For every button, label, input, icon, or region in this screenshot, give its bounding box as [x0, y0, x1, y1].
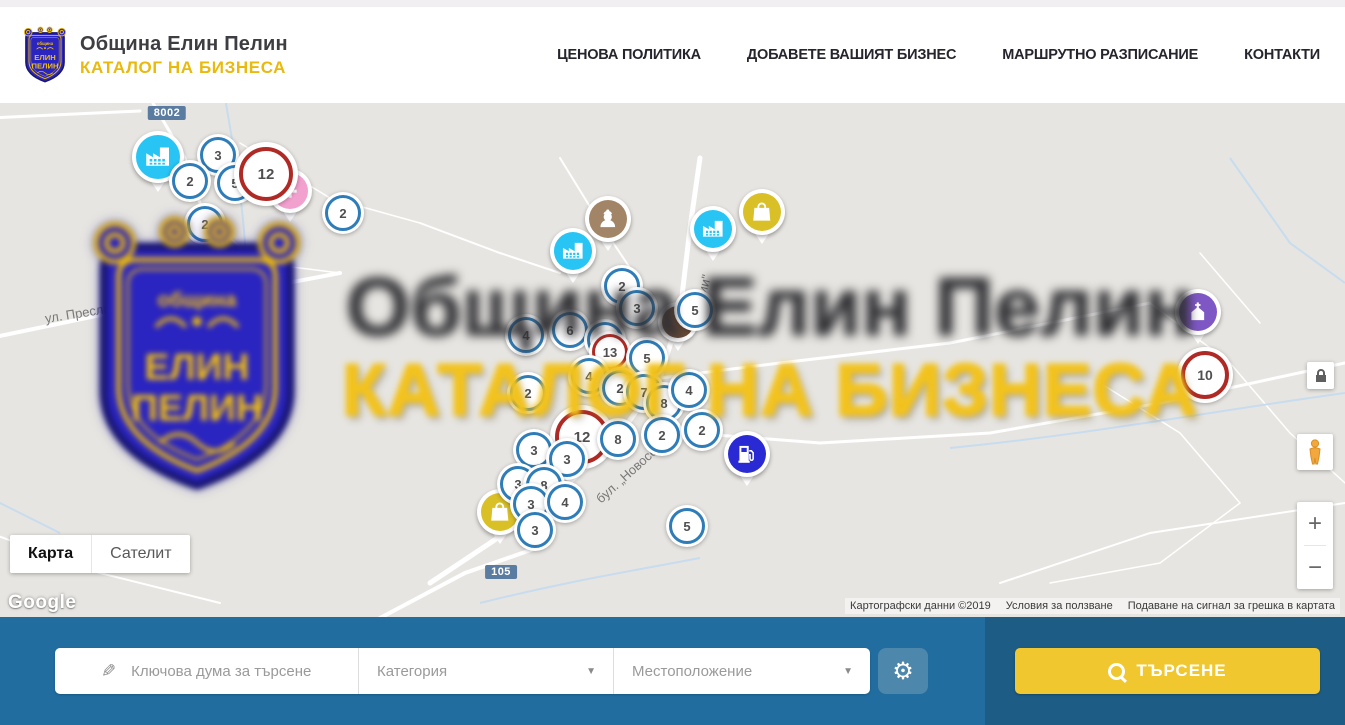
cluster-count: 4 — [508, 317, 544, 353]
cluster-marker[interactable]: 2 — [507, 372, 549, 414]
map-type-satellite-button[interactable]: Сателит — [91, 535, 189, 573]
zoom-out-button[interactable]: − — [1297, 546, 1333, 589]
cluster-count: 2 — [510, 375, 546, 411]
lock-icon[interactable] — [1307, 362, 1334, 389]
search-icon — [1108, 663, 1125, 680]
cluster-marker[interactable]: 3 — [514, 509, 556, 551]
map-type-map-button[interactable]: Карта — [10, 535, 91, 573]
cluster-marker[interactable]: 4 — [668, 369, 710, 411]
zoom-control: + − — [1297, 502, 1333, 589]
site-subtitle: КАТАЛОГ НА БИЗНЕСА — [80, 58, 288, 78]
site-title: Община Елин Пелин — [80, 33, 288, 56]
cluster-count: 2 — [684, 412, 720, 448]
map-type-control: Карта Сателит — [10, 535, 190, 573]
keyword-section: ✎ — [55, 648, 358, 694]
cluster-count: 12 — [239, 147, 293, 201]
cluster-count: 2 — [325, 195, 361, 231]
map-attribution: Картографски данни ©2019 Условия за ползв… — [845, 598, 1340, 614]
map-pin-factory-icon[interactable] — [690, 206, 736, 261]
nav-item-pricing[interactable]: ЦЕНОВА ПОЛИТИКА — [557, 47, 701, 63]
map-pin-bag-icon[interactable] — [739, 189, 785, 244]
advanced-search-button[interactable]: ⚙ — [878, 648, 928, 694]
cluster-count: 2 — [172, 163, 208, 199]
map-pin-fuel-icon[interactable] — [724, 431, 770, 486]
attribution-text: Картографски данни ©2019 — [850, 600, 991, 612]
cluster-marker[interactable]: 2 — [184, 203, 226, 245]
map-canvas[interactable]: 8002105ул. Преславбул. „Новоселции" 3251… — [0, 103, 1345, 617]
road-shield: 105 — [485, 565, 517, 579]
cluster-count: 4 — [547, 484, 583, 520]
search-form: ✎ Категория ▼ Местоположение ▼ — [55, 648, 870, 694]
search-bar: ✎ Категория ▼ Местоположение ▼ ⚙ ТЪРСЕНЕ — [0, 617, 1345, 725]
cluster-count: 4 — [671, 372, 707, 408]
cluster-marker[interactable]: 2 — [322, 192, 364, 234]
page-top-strip — [0, 0, 1345, 7]
header: Община Елин Пелин КАТАЛОГ НА БИЗНЕСА ЦЕН… — [0, 7, 1345, 103]
search-button[interactable]: ТЪРСЕНЕ — [1015, 648, 1320, 694]
cluster-count: 8 — [600, 421, 636, 457]
map-pin-factory-icon[interactable] — [550, 228, 596, 283]
road-shield: 8002 — [148, 106, 186, 120]
nav-item-route-schedule[interactable]: МАРШРУТНО РАЗПИСАНИЕ — [1002, 47, 1198, 63]
site-title-block: Община Елин Пелин КАТАЛОГ НА БИЗНЕСА — [80, 33, 288, 78]
cluster-marker[interactable]: 8 — [597, 418, 639, 460]
cluster-count: 10 — [1181, 351, 1229, 399]
search-button-label: ТЪРСЕНЕ — [1136, 661, 1226, 681]
nav-item-add-business[interactable]: ДОБАВЕТЕ ВАШИЯТ БИЗНЕС — [747, 47, 956, 63]
category-value: Категория — [377, 663, 447, 680]
cluster-marker[interactable]: 3 — [616, 287, 658, 329]
cluster-marker[interactable]: 5 — [674, 289, 716, 331]
cluster-count: 3 — [619, 290, 655, 326]
location-value: Местоположение — [632, 663, 752, 680]
chevron-down-icon: ▼ — [843, 666, 853, 677]
pegman-icon[interactable] — [1297, 434, 1333, 470]
municipality-logo-icon[interactable] — [22, 26, 68, 84]
pencil-icon: ✎ — [101, 661, 116, 682]
cluster-marker[interactable]: 2 — [681, 409, 723, 451]
map-pin-church-icon[interactable] — [1175, 289, 1221, 344]
cluster-count: 6 — [552, 312, 588, 348]
nav-item-contacts[interactable]: КОНТАКТИ — [1244, 47, 1320, 63]
cluster-marker[interactable]: 10 — [1177, 347, 1233, 403]
cluster-count: 5 — [677, 292, 713, 328]
zoom-in-button[interactable]: + — [1297, 502, 1333, 545]
cluster-marker[interactable]: 5 — [666, 505, 708, 547]
cluster-count: 5 — [669, 508, 705, 544]
attribution-link[interactable]: Подаване на сигнал за грешка в картата — [1128, 600, 1335, 612]
chevron-down-icon: ▼ — [586, 666, 596, 677]
cluster-marker[interactable]: 2 — [641, 414, 683, 456]
attribution-link[interactable]: Условия за ползване — [1006, 600, 1113, 612]
google-logo[interactable]: Google — [8, 592, 76, 614]
category-select[interactable]: Категория ▼ — [358, 648, 613, 694]
cluster-marker[interactable]: 4 — [505, 314, 547, 356]
gear-icon: ⚙ — [892, 657, 914, 685]
cluster-marker[interactable]: 12 — [234, 142, 298, 206]
cluster-count: 3 — [517, 512, 553, 548]
cluster-count: 2 — [187, 206, 223, 242]
cluster-count: 2 — [644, 417, 680, 453]
cluster-marker[interactable]: 2 — [169, 160, 211, 202]
search-input[interactable] — [129, 662, 333, 681]
main-nav: ЦЕНОВА ПОЛИТИКА ДОБАВЕТЕ ВАШИЯТ БИЗНЕС М… — [557, 47, 1320, 63]
location-select[interactable]: Местоположение ▼ — [613, 648, 870, 694]
